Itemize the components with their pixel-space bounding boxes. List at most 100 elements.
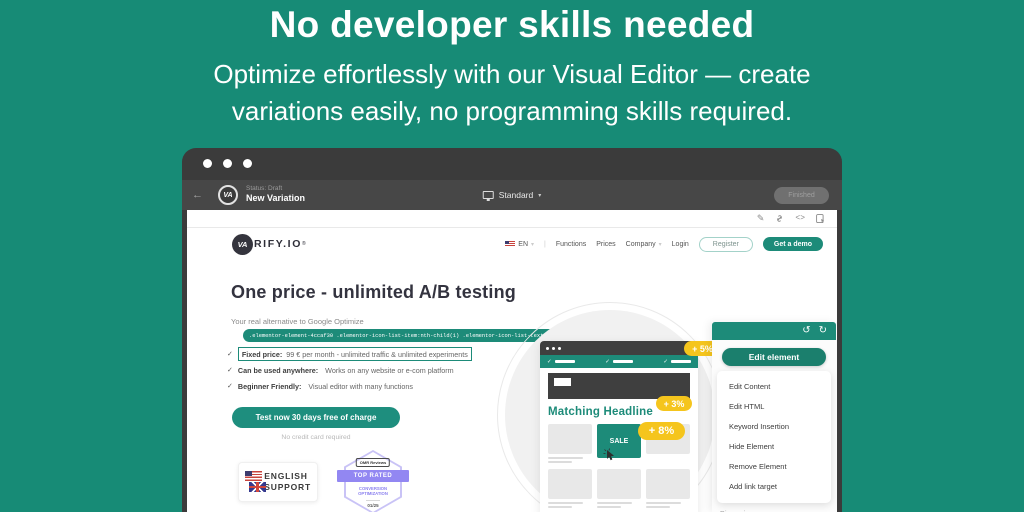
us-flag-icon <box>245 471 262 481</box>
mini-checkbar: ✓ ✓ ✓ <box>540 355 698 368</box>
context-menu: Edit Content Edit HTML Keyword Insertion… <box>717 371 831 503</box>
varify-logo: VA <box>218 185 238 205</box>
top-rated-badge: OMR Reviews TOP RATED CONVERSION OPTIMIZ… <box>344 450 402 512</box>
variation-meta: Status: Draft New Variation <box>246 185 305 204</box>
site-nav: VA RIFY.IO ® EN ▾ | Functions Prices Com… <box>187 228 837 260</box>
english-line1: ENGLISH <box>264 471 311 482</box>
browser-window: ← VA Status: Draft New Variation Standar… <box>182 148 842 512</box>
menu-item-edit-html[interactable]: Edit HTML <box>717 396 831 416</box>
edit-element-panel: ↺ ↻ Edit element Edit Content Edit HTML … <box>712 322 836 512</box>
page-headline: One price - unlimited A/B testing <box>231 282 516 303</box>
redo-icon[interactable]: ↻ <box>819 326 827 336</box>
menu-item-keyword-insertion[interactable]: Keyword Insertion <box>717 416 831 436</box>
nav-item-login[interactable]: Login <box>672 241 689 248</box>
selector-text: .elementor-element-4ccaf30 .elementor-ic… <box>249 333 543 339</box>
status-label: Status: Draft <box>246 185 305 193</box>
register-button[interactable]: Register <box>699 237 753 252</box>
check-icon: ✓ <box>663 359 668 365</box>
mini-check-item: ✓ <box>663 359 691 365</box>
menu-item-hide-element[interactable]: Hide Element <box>717 436 831 456</box>
nav-item-prices[interactable]: Prices <box>596 241 615 248</box>
feature-lead: Fixed price: <box>242 350 282 359</box>
feature-text: 99 € per month - unlimited traffic & unl… <box>286 350 468 359</box>
variation-name: New Variation <box>246 193 305 204</box>
link-add-icon[interactable] <box>775 214 784 223</box>
top-rated-ribbon: TOP RATED <box>337 470 409 482</box>
get-demo-button[interactable]: Get a demo <box>763 237 823 251</box>
nav-links: EN ▾ | Functions Prices Company ▾ Login … <box>505 237 823 252</box>
finished-button[interactable]: Finished <box>774 187 829 204</box>
css-selector-chip[interactable]: .elementor-element-4ccaf30 .elementor-ic… <box>243 329 557 342</box>
cta-note: No credit card required <box>232 434 400 441</box>
panel-header: ↺ ↻ <box>712 322 836 340</box>
uplift-badge-8: + 8% <box>638 422 685 440</box>
check-icon: ✓ <box>227 366 233 374</box>
trial-cta-button[interactable]: Test now 30 days free of charge <box>232 407 400 428</box>
hero-subtitle: Optimize effortlessly with our Visual Ed… <box>162 56 862 130</box>
badge-divider <box>366 500 380 501</box>
edit-element-button[interactable]: Edit element <box>722 348 826 366</box>
feature-lead: Beginner Friendly: <box>238 382 302 391</box>
brand-text: RIFY.IO <box>254 238 302 250</box>
chevron-down-icon: ▾ <box>531 241 534 248</box>
language-label: EN <box>518 241 528 248</box>
menu-item-remove-element[interactable]: Remove Element <box>717 456 831 476</box>
editor-viewport: ✎ <> VA RIFY.IO ® EN <box>187 210 837 512</box>
us-flag-icon <box>505 241 515 247</box>
brand-mark: VA <box>232 234 253 255</box>
flag-stack <box>245 470 259 494</box>
badge-category: CONVERSION OPTIMIZATION <box>353 486 393 497</box>
english-line2: SUPPORT <box>264 482 311 493</box>
grid-cell <box>646 469 690 508</box>
device-click-icon[interactable] <box>816 214 825 224</box>
feature-row[interactable]: ✓ Beginner Friendly: Visual editor with … <box>227 378 472 394</box>
marketing-banner: No developer skills needed Optimize effo… <box>0 0 1024 512</box>
uplift-badge-3: + 3% <box>656 396 692 411</box>
grid-cell <box>548 469 592 508</box>
window-dot <box>223 159 232 168</box>
english-support-badge: ENGLISH SUPPORT <box>238 462 318 502</box>
feature-text: Works on any website or e-com platform <box>325 366 454 375</box>
nav-item-company-label: Company <box>626 241 656 248</box>
feature-text: Visual editor with many functions <box>308 382 413 391</box>
mini-check-item: ✓ <box>547 359 575 365</box>
grid-cell <box>597 469 641 508</box>
editor-topbar: ← VA Status: Draft New Variation Standar… <box>182 180 842 210</box>
uk-flag-icon <box>249 482 266 492</box>
hero-title: No developer skills needed <box>0 4 1024 46</box>
badge-source: OMR Reviews <box>356 458 390 467</box>
window-dot <box>243 159 252 168</box>
registered-mark: ® <box>302 241 306 247</box>
badge-period: 01/25 <box>344 503 402 508</box>
window-controls <box>203 159 252 168</box>
mini-browser-titlebar <box>540 341 698 355</box>
code-icon[interactable]: <> <box>795 215 805 223</box>
check-icon: ✓ <box>547 359 552 365</box>
nav-divider: | <box>544 241 546 248</box>
check-icon: ✓ <box>227 382 233 390</box>
window-dot <box>203 159 212 168</box>
nav-item-functions[interactable]: Functions <box>556 241 586 248</box>
language-selector[interactable]: EN ▾ <box>505 241 534 248</box>
english-support-text: ENGLISH SUPPORT <box>264 471 311 494</box>
chevron-down-icon: ▾ <box>659 241 662 248</box>
feature-row-selected[interactable]: ✓ Fixed price: 99 € per month - unlimite… <box>227 346 472 362</box>
back-arrow-icon[interactable]: ← <box>192 189 203 201</box>
page-subheadline: Your real alternative to Google Optimize <box>231 317 364 326</box>
feature-list: ✓ Fixed price: 99 € per month - unlimite… <box>227 346 472 394</box>
grid-cell <box>548 424 592 463</box>
selected-element-outline: Fixed price: 99 € per month - unlimited … <box>238 347 472 361</box>
feature-lead: Can be used anywhere: <box>238 366 318 375</box>
chevron-down-icon: ▾ <box>538 192 541 199</box>
undo-icon[interactable]: ↺ <box>802 326 810 336</box>
device-mode-label: Standard <box>499 190 534 200</box>
device-selector[interactable]: Standard ▾ <box>483 190 542 200</box>
pen-icon[interactable]: ✎ <box>757 214 765 223</box>
cursor-icon <box>603 448 616 467</box>
menu-item-add-link-target[interactable]: Add link target <box>717 476 831 496</box>
menu-item-edit-content[interactable]: Edit Content <box>717 376 831 396</box>
check-icon: ✓ <box>605 359 610 365</box>
nav-item-company[interactable]: Company ▾ <box>626 241 662 248</box>
feature-row[interactable]: ✓ Can be used anywhere: Works on any web… <box>227 362 472 378</box>
brand-logo[interactable]: VA RIFY.IO ® <box>232 234 306 255</box>
